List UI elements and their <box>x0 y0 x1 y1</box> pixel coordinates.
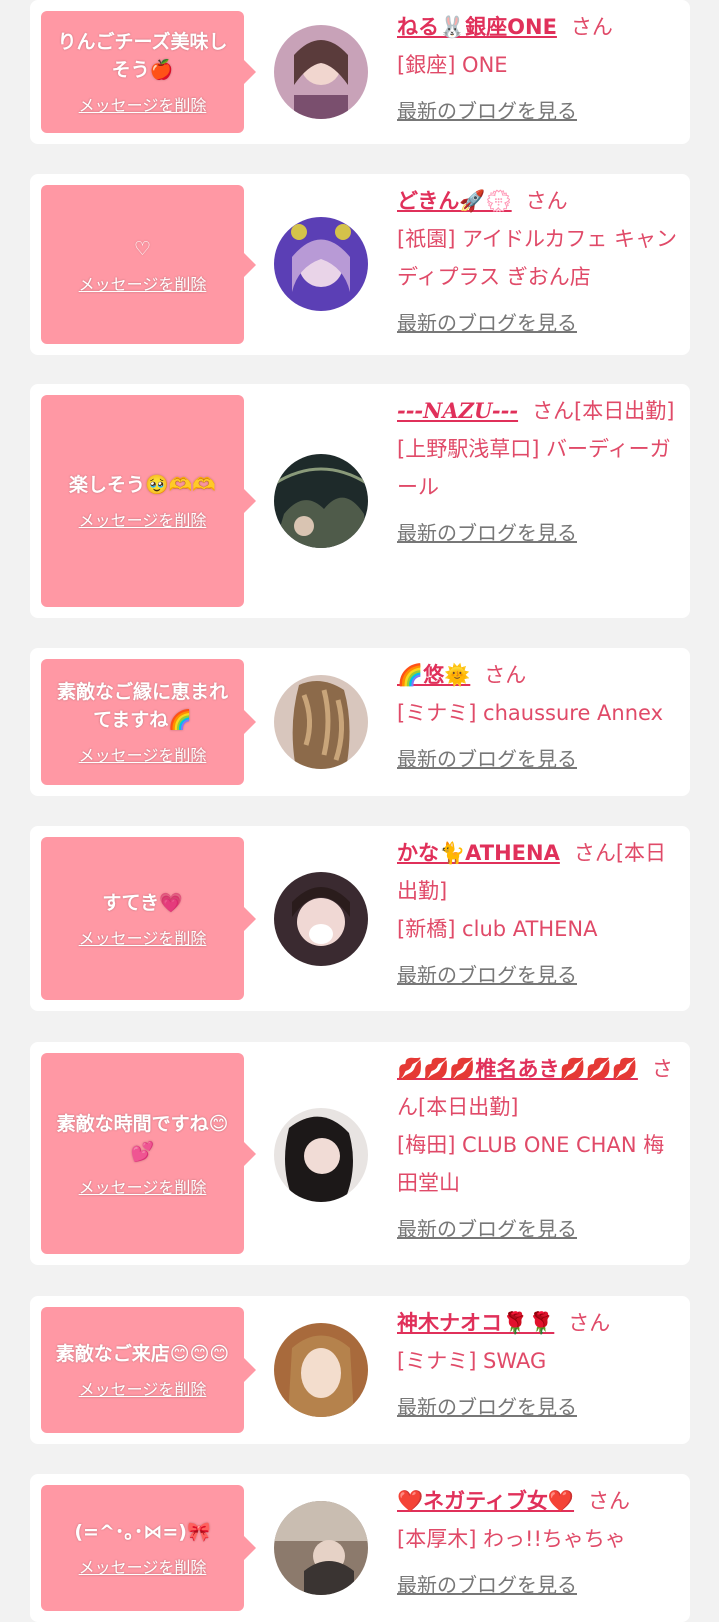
delete-message-link[interactable]: メッセージを削除 <box>79 271 207 295</box>
cast-info: 💋💋💋椎名あき💋💋💋 さん[本日出勤] [梅田] CLUB ONE CHAN 梅田… <box>397 1050 682 1248</box>
avatar[interactable] <box>274 872 368 966</box>
message-card: 素敵なご縁に恵まれてますね🌈 メッセージを削除 🌈悠🌞 さん [ミナミ] chau… <box>30 648 690 796</box>
message-list: りんごチーズ美味しそう🍎 メッセージを削除 ねる🐰銀座ONE さん [銀座] ON… <box>0 0 719 1622</box>
avatar[interactable] <box>274 1108 368 1202</box>
cast-name-link[interactable]: どきん🚀💮 <box>397 189 512 213</box>
honorific: さん <box>570 15 613 39</box>
latest-blog-link[interactable]: 最新のブログを見る <box>397 514 577 552</box>
latest-blog-link[interactable]: 最新のブログを見る <box>397 740 577 778</box>
latest-blog-link[interactable]: 最新のブログを見る <box>397 1566 577 1604</box>
message-card: 素敵なご来店😊😊😊 メッセージを削除 神木ナオコ🌹🌹 さん [ミナミ] SWAG … <box>30 1296 690 1444</box>
message-text: 素敵な時間ですね😊💕 <box>56 1112 229 1163</box>
latest-blog-link[interactable]: 最新のブログを見る <box>397 956 577 994</box>
shop-name: [新橋] club ATHENA <box>397 917 598 941</box>
honorific: さん <box>525 189 568 213</box>
delete-message-link[interactable]: メッセージを削除 <box>79 1174 207 1198</box>
delete-message-link[interactable]: メッセージを削除 <box>79 1376 207 1400</box>
delete-message-link[interactable]: メッセージを削除 <box>79 1554 207 1578</box>
honorific: さん[本日出勤] <box>532 399 675 423</box>
avatar[interactable] <box>274 1501 368 1595</box>
message-text: 楽しそう🥹🫶🫶 <box>69 474 216 496</box>
message-bubble: 素敵なご縁に恵まれてますね🌈 メッセージを削除 <box>41 659 256 785</box>
message-bubble: 素敵な時間ですね😊💕 メッセージを削除 <box>41 1053 256 1254</box>
message-card: 楽しそう🥹🫶🫶 メッセージを削除 ---NAZU--- さん[本日出勤] [上野駅… <box>30 384 690 618</box>
cast-info: かな🐈ATHENA さん[本日出勤] [新橋] club ATHENA 最新のブロ… <box>397 834 682 994</box>
message-card: すてき💗 メッセージを削除 かな🐈ATHENA さん[本日出勤] [新橋] clu… <box>30 826 690 1011</box>
shop-name: [祇園] アイドルカフェ キャンディプラス ぎおん店 <box>397 227 678 289</box>
shop-name: [本厚木] わっ!!ちゃちゃ <box>397 1527 626 1551</box>
cast-info: ---NAZU--- さん[本日出勤] [上野駅浅草口] バーディーガール 最新の… <box>397 392 682 552</box>
honorific: さん <box>568 1311 611 1335</box>
message-card: ♡ メッセージを削除 どきん🚀💮 さん [祇園] アイドルカフェ キャンディプラス… <box>30 174 690 355</box>
avatar[interactable] <box>274 675 368 769</box>
honorific: さん <box>588 1489 631 1513</box>
cast-info: 神木ナオコ🌹🌹 さん [ミナミ] SWAG 最新のブログを見る <box>397 1304 682 1426</box>
message-text: 素敵なご来店😊😊😊 <box>55 1343 230 1365</box>
message-bubble: りんごチーズ美味しそう🍎 メッセージを削除 <box>41 11 256 133</box>
message-bubble: すてき💗 メッセージを削除 <box>41 837 256 1000</box>
cast-name-link[interactable]: 神木ナオコ🌹🌹 <box>397 1311 554 1335</box>
cast-info: ❤️ネガティブ女❤️ さん [本厚木] わっ!!ちゃちゃ 最新のブログを見る <box>397 1482 682 1604</box>
cast-info: 🌈悠🌞 さん [ミナミ] chaussure Annex 最新のブログを見る <box>397 656 682 778</box>
cast-name-link[interactable]: 🌈悠🌞 <box>397 663 470 687</box>
cast-name-link[interactable]: ---NAZU--- <box>397 398 518 423</box>
delete-message-link[interactable]: メッセージを削除 <box>79 742 207 766</box>
honorific: さん <box>484 663 527 687</box>
message-bubble: (=^･｡･⋈=)🎀 メッセージを削除 <box>41 1485 256 1611</box>
message-card: (=^･｡･⋈=)🎀 メッセージを削除 ❤️ネガティブ女❤️ さん [本厚木] わ… <box>30 1474 690 1622</box>
message-text: 素敵なご縁に恵まれてますね🌈 <box>56 681 228 731</box>
latest-blog-link[interactable]: 最新のブログを見る <box>397 1210 577 1248</box>
message-text: ♡ <box>133 237 152 260</box>
message-text: りんごチーズ美味しそう🍎 <box>57 31 228 81</box>
latest-blog-link[interactable]: 最新のブログを見る <box>397 304 577 342</box>
message-card: 素敵な時間ですね😊💕 メッセージを削除 💋💋💋椎名あき💋💋💋 さん[本日出勤] [… <box>30 1042 690 1265</box>
cast-name-link[interactable]: 💋💋💋椎名あき💋💋💋 <box>397 1057 638 1081</box>
delete-message-link[interactable]: メッセージを削除 <box>79 925 207 949</box>
avatar[interactable] <box>274 25 368 119</box>
cast-name-link[interactable]: かな🐈ATHENA <box>397 841 560 865</box>
avatar[interactable] <box>274 454 368 548</box>
cast-name-link[interactable]: ねる🐰銀座ONE <box>397 15 557 39</box>
message-text: (=^･｡･⋈=)🎀 <box>74 1521 211 1543</box>
message-card: りんごチーズ美味しそう🍎 メッセージを削除 ねる🐰銀座ONE さん [銀座] ON… <box>30 0 690 144</box>
latest-blog-link[interactable]: 最新のブログを見る <box>397 92 577 130</box>
avatar[interactable] <box>274 217 368 311</box>
avatar[interactable] <box>274 1323 368 1417</box>
shop-name: [梅田] CLUB ONE CHAN 梅田堂山 <box>397 1133 665 1195</box>
cast-name-link[interactable]: ❤️ネガティブ女❤️ <box>397 1489 574 1513</box>
shop-name: [ミナミ] SWAG <box>397 1349 547 1373</box>
message-bubble: 素敵なご来店😊😊😊 メッセージを削除 <box>41 1307 256 1433</box>
message-text: すてき💗 <box>102 891 183 914</box>
latest-blog-link[interactable]: 最新のブログを見る <box>397 1388 577 1426</box>
cast-info: どきん🚀💮 さん [祇園] アイドルカフェ キャンディプラス ぎおん店 最新のブロ… <box>397 182 682 342</box>
message-bubble: 楽しそう🥹🫶🫶 メッセージを削除 <box>41 395 256 607</box>
message-bubble: ♡ メッセージを削除 <box>41 185 256 344</box>
cast-info: ねる🐰銀座ONE さん [銀座] ONE 最新のブログを見る <box>397 8 682 130</box>
shop-name: [ミナミ] chaussure Annex <box>397 701 664 725</box>
shop-name: [銀座] ONE <box>397 53 508 77</box>
delete-message-link[interactable]: メッセージを削除 <box>79 92 207 116</box>
delete-message-link[interactable]: メッセージを削除 <box>79 507 207 531</box>
shop-name: [上野駅浅草口] バーディーガール <box>397 437 671 499</box>
